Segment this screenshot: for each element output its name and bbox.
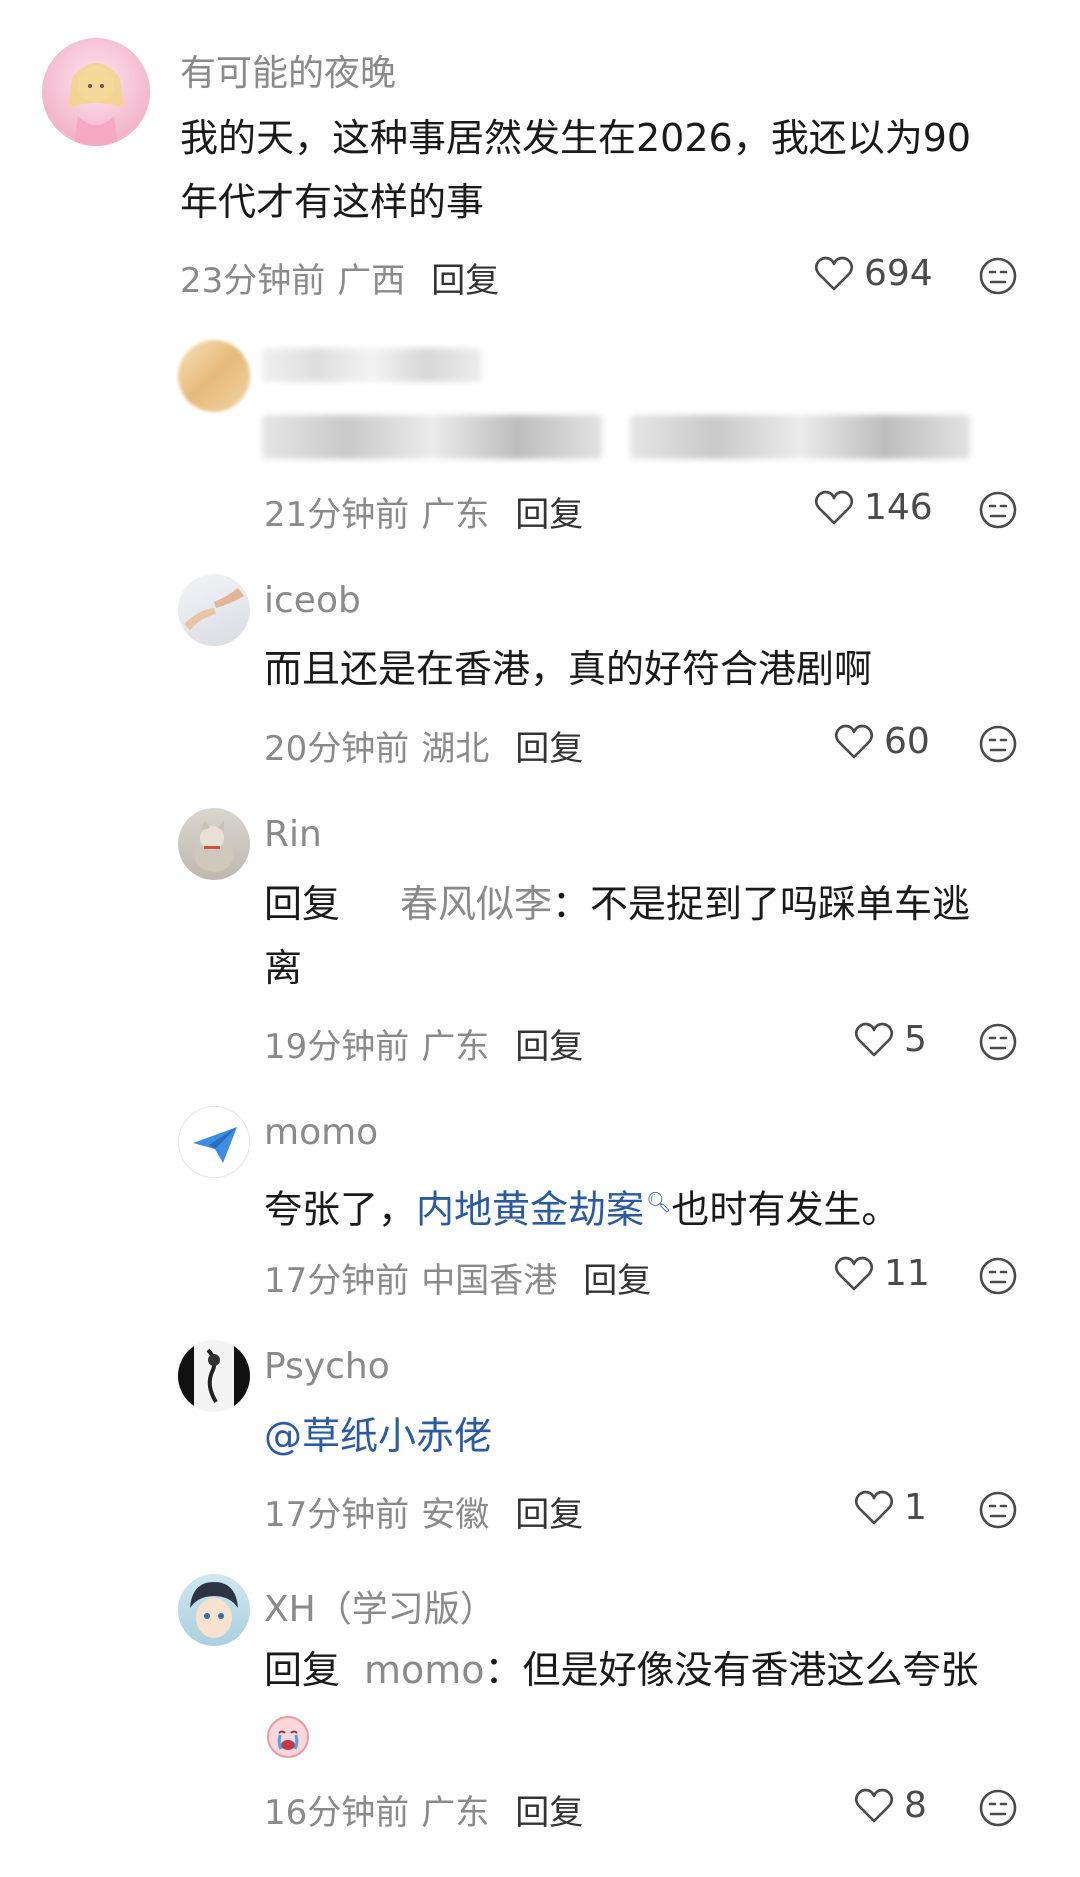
avatar[interactable]: [178, 1574, 250, 1646]
heart-outline-icon: [854, 1788, 894, 1822]
timestamp: 17分钟前: [264, 1261, 410, 1301]
reply-button[interactable]: 回复: [515, 729, 583, 769]
timestamp: 23分钟前: [180, 261, 326, 301]
like-count: 5: [904, 1019, 927, 1060]
location: 广东: [421, 495, 490, 535]
comment-meta: 19分钟前 广东 回复: [264, 1019, 583, 1068]
username[interactable]: XH（学习版）: [264, 1580, 496, 1632]
reply-button[interactable]: 回复: [515, 495, 583, 535]
like-button[interactable]: 146: [814, 487, 933, 528]
search-link[interactable]: 内地黄金劫案: [416, 1188, 644, 1232]
neutral-face-icon[interactable]: [978, 256, 1018, 296]
neutral-face-icon[interactable]: [978, 490, 1018, 530]
comment-line: 我的天，这种事居然发生在2026，我还以为90: [180, 116, 972, 160]
location: 中国香港: [421, 1261, 558, 1301]
comment-line: [264, 1702, 979, 1766]
reply-prefix: 回复: [264, 882, 341, 926]
like-button[interactable]: 5: [854, 1019, 927, 1060]
comment-line: 回复 春风似李：不是捉到了吗踩单车逃: [264, 872, 970, 936]
blurred-username: [262, 348, 482, 382]
comment-meta: 21分钟前 广东 回复: [264, 487, 583, 536]
reply-button[interactable]: 回复: [515, 1793, 583, 1833]
heart-outline-icon: [814, 490, 854, 524]
like-button[interactable]: 8: [854, 1785, 927, 1826]
location: 广东: [421, 1027, 490, 1067]
avatar[interactable]: [178, 808, 250, 880]
mention-link[interactable]: @草纸小赤佬: [264, 1404, 492, 1468]
comment-meta: 17分钟前 安徽 回复: [264, 1487, 583, 1536]
like-count: 11: [884, 1253, 930, 1294]
timestamp: 16分钟前: [264, 1793, 410, 1833]
comment-meta: 23分钟前 广西 回复: [180, 253, 499, 302]
blurred-comment-text: [630, 415, 970, 459]
timestamp: 20分钟前: [264, 729, 410, 769]
neutral-face-icon[interactable]: [978, 1256, 1018, 1296]
reply-button[interactable]: 回复: [583, 1261, 651, 1301]
username[interactable]: Psycho: [264, 1346, 390, 1387]
location: 广东: [421, 1793, 490, 1833]
reply-button[interactable]: 回复: [431, 261, 499, 301]
comment-segment: 夸张了，: [264, 1187, 417, 1232]
reply-button[interactable]: 回复: [515, 1495, 583, 1535]
neutral-face-icon[interactable]: [978, 1788, 1018, 1828]
heart-outline-icon: [834, 1256, 874, 1290]
comment-line: 回复 momo：但是好像没有香港这么夸张: [264, 1638, 979, 1702]
comment-line: 离: [264, 946, 303, 990]
comment-text: 夸张了，内地黄金劫案 🔍︎也时有发生。: [264, 1170, 899, 1242]
heart-outline-icon: [814, 256, 854, 290]
like-count: 146: [864, 487, 933, 528]
timestamp: 21分钟前: [264, 495, 410, 535]
like-button[interactable]: 60: [834, 721, 930, 762]
comment-meta: 17分钟前 中国香港 回复: [264, 1253, 651, 1302]
reply-target-user[interactable]: 春风似李: [400, 882, 552, 926]
heart-outline-icon: [854, 1490, 894, 1524]
like-button[interactable]: 694: [814, 253, 933, 294]
reply-target-user[interactable]: momo: [364, 1648, 485, 1692]
location: 广西: [337, 261, 406, 301]
comment-meta: 16分钟前 广东 回复: [264, 1785, 583, 1834]
timestamp: 19分钟前: [264, 1027, 410, 1067]
reply-button[interactable]: 回复: [515, 1027, 583, 1067]
reply-text: ：但是好像没有香港这么夸张: [484, 1648, 979, 1692]
crying-face-emoji: [267, 1715, 309, 1758]
search-icon[interactable]: 🔍︎: [646, 1190, 671, 1214]
comment-text: 而且还是在香港，真的好符合港剧啊: [264, 647, 873, 691]
avatar[interactable]: [178, 1340, 250, 1412]
comment-thread: 有可能的夜晚 我的天，这种事居然发生在2026，我还以为90 年代才有这样的事 …: [0, 0, 1080, 1877]
timestamp: 17分钟前: [264, 1495, 410, 1535]
like-button[interactable]: 11: [834, 1253, 930, 1294]
avatar[interactable]: [42, 38, 150, 146]
avatar[interactable]: [178, 574, 250, 646]
username[interactable]: iceob: [264, 580, 361, 621]
username[interactable]: momo: [264, 1112, 378, 1153]
comment-line: 年代才有这样的事: [180, 180, 485, 224]
avatar[interactable]: [178, 1106, 250, 1178]
reply-prefix: 回复: [264, 1648, 341, 1692]
neutral-face-icon[interactable]: [978, 1022, 1018, 1062]
comment-text: 回复 momo：但是好像没有香港这么夸张: [264, 1638, 979, 1766]
like-count: 8: [904, 1785, 927, 1826]
neutral-face-icon[interactable]: [978, 1490, 1018, 1530]
comment-segment: 也时有发生。: [671, 1187, 900, 1232]
heart-outline-icon: [834, 724, 874, 758]
heart-outline-icon: [854, 1022, 894, 1056]
comment-item: 有可能的夜晚 我的天，这种事居然发生在2026，我还以为90 年代才有这样的事: [0, 38, 1080, 258]
location: 安徽: [421, 1495, 490, 1535]
like-button[interactable]: 1: [854, 1487, 927, 1528]
comment-text: 回复 春风似李：不是捉到了吗踩单车逃 离: [264, 872, 970, 1000]
avatar[interactable]: [178, 340, 250, 412]
neutral-face-icon[interactable]: [978, 724, 1018, 764]
comment-meta: 20分钟前 湖北 回复: [264, 721, 583, 770]
username[interactable]: Rin: [264, 814, 322, 855]
location: 湖北: [421, 729, 490, 769]
like-count: 1: [904, 1487, 927, 1528]
like-count: 60: [884, 721, 930, 762]
like-count: 694: [864, 253, 933, 294]
comment-text: 我的天，这种事居然发生在2026，我还以为90 年代才有这样的事: [180, 106, 971, 234]
blurred-comment-text: [262, 415, 602, 459]
username[interactable]: 有可能的夜晚: [180, 44, 396, 96]
paper-plane-icon: [193, 1127, 237, 1163]
reply-text: ：不是捉到了吗踩单车逃: [552, 882, 971, 926]
